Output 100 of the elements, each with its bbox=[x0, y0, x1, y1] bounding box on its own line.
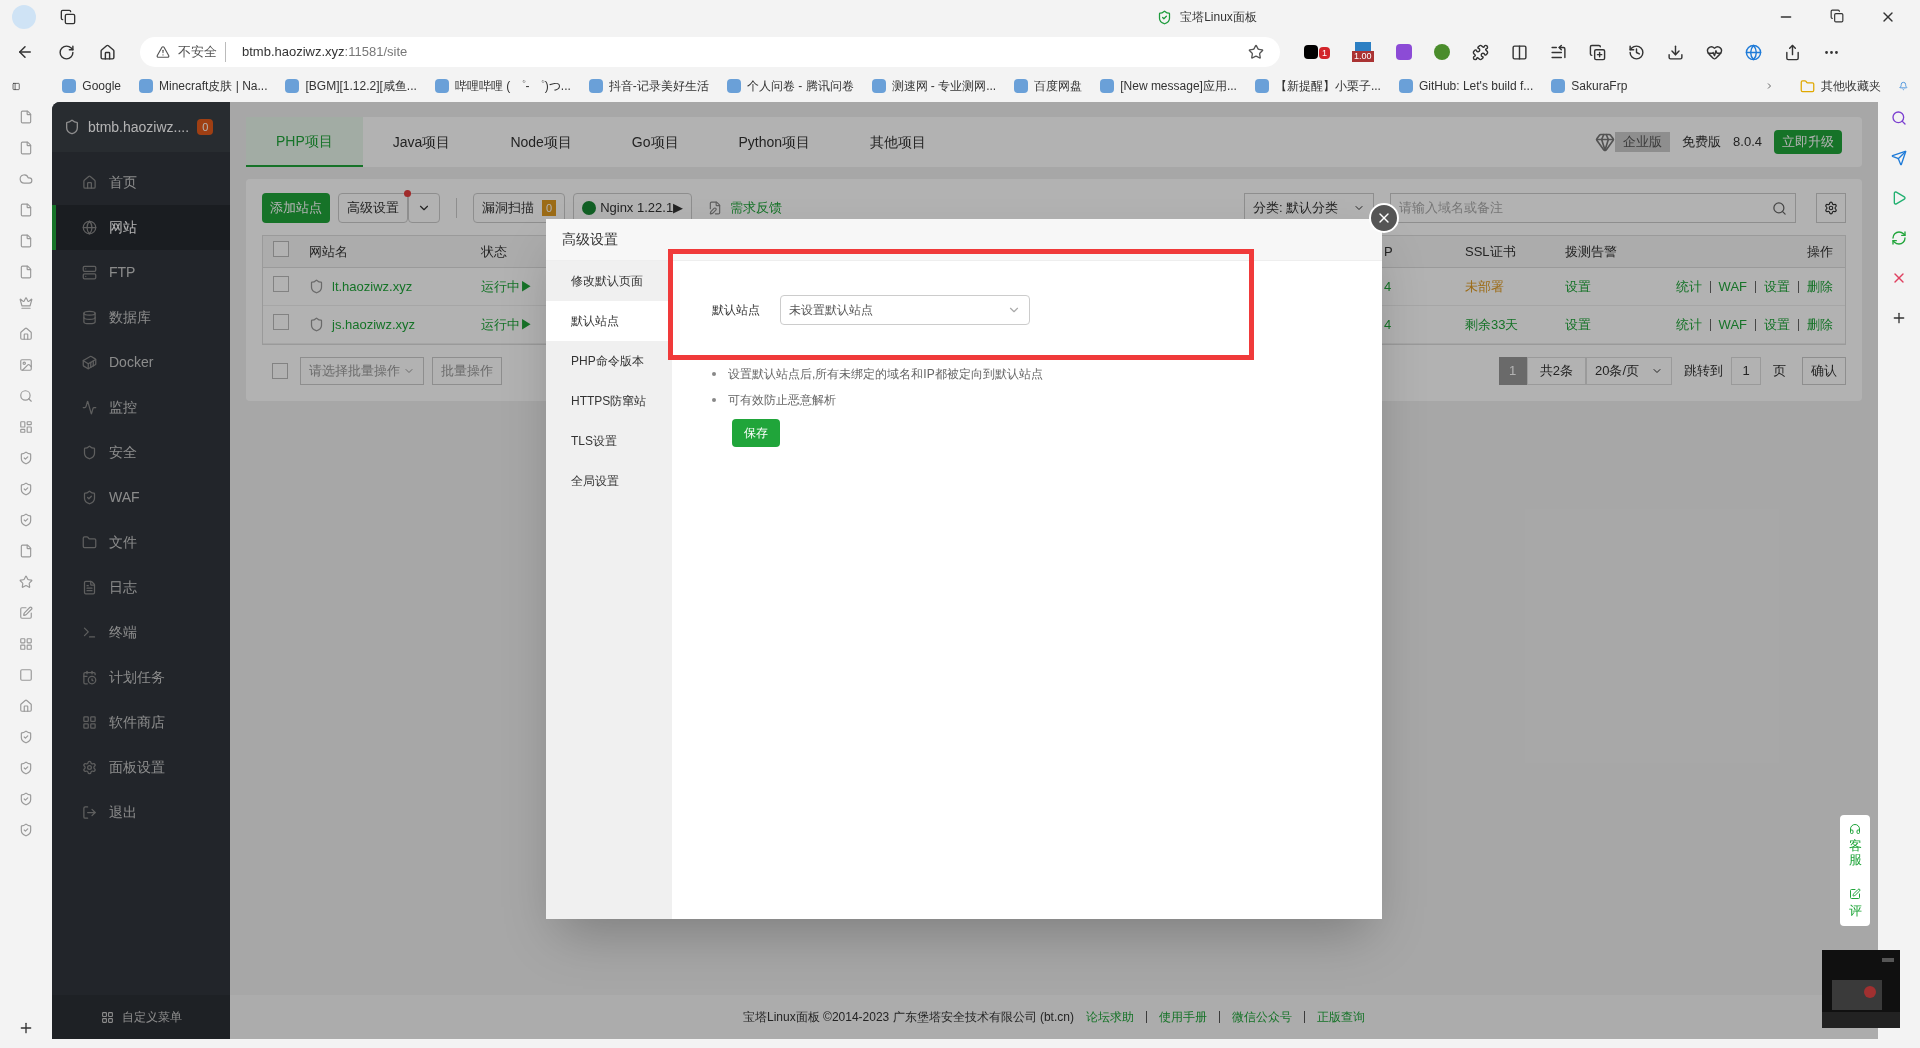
address-bar[interactable]: 不安全 btmb.haoziwz.xyz:11581/site bbox=[140, 37, 1280, 67]
favorite-icon[interactable] bbox=[1248, 44, 1264, 60]
advanced-settings-button[interactable]: 高级设置 bbox=[338, 193, 408, 223]
sidebar-app-icon[interactable] bbox=[19, 141, 33, 155]
performance-icon[interactable] bbox=[1705, 43, 1723, 61]
action-link[interactable]: 统计 bbox=[1675, 314, 1702, 335]
sidebar-app-icon[interactable] bbox=[19, 544, 33, 558]
sidebar-app-icon[interactable] bbox=[19, 203, 33, 217]
modal-nav-item[interactable]: TLS设置 bbox=[546, 421, 672, 461]
project-tab[interactable]: 其他项目 bbox=[840, 117, 957, 167]
action-link[interactable]: WAF bbox=[1718, 276, 1747, 297]
project-tab[interactable]: Go项目 bbox=[601, 117, 709, 167]
site-name-link[interactable]: js.haoziwz.xyz bbox=[332, 314, 416, 335]
collections-icon[interactable] bbox=[1588, 43, 1606, 61]
extension-icon[interactable] bbox=[1395, 44, 1412, 60]
share-icon[interactable] bbox=[1783, 43, 1801, 61]
default-site-select[interactable]: 未设置默认站点 bbox=[780, 295, 1030, 325]
bookmark[interactable]: GitHub: Let's build f... bbox=[1398, 77, 1534, 95]
menu-item[interactable]: 数据库 bbox=[52, 295, 230, 340]
sidebar-app-icon[interactable] bbox=[19, 606, 33, 620]
sidebar-app-icon[interactable] bbox=[19, 761, 33, 775]
reload-icon[interactable] bbox=[58, 43, 75, 61]
bookmark[interactable]: 百度网盘 bbox=[1014, 77, 1083, 95]
footer-link[interactable]: 正版查询 bbox=[1316, 1008, 1365, 1026]
sidebar-app-icon[interactable] bbox=[19, 172, 33, 186]
upgrade-button[interactable]: 立即升级 bbox=[1774, 130, 1842, 154]
restore-icon[interactable] bbox=[1830, 9, 1844, 23]
home-icon[interactable] bbox=[99, 43, 116, 61]
sidebar-app-icon[interactable] bbox=[19, 575, 33, 589]
modal-nav-item[interactable]: 全局设置 bbox=[546, 461, 672, 501]
send-icon[interactable] bbox=[1891, 150, 1907, 166]
menu-item[interactable]: 安全 bbox=[52, 430, 230, 475]
bookmark[interactable]: [BGM][1.12.2][咸鱼... bbox=[285, 77, 417, 95]
batch-button[interactable]: 批量操作 bbox=[432, 357, 502, 385]
bookmark[interactable]: SakuraFrp bbox=[1551, 77, 1628, 95]
action-link[interactable]: 设置 bbox=[1764, 314, 1790, 335]
add-site-button[interactable]: 添加站点 bbox=[262, 193, 330, 223]
page-size-select[interactable]: 20条/页 bbox=[1585, 357, 1672, 385]
bookmark[interactable]: 个人问卷 - 腾讯问卷 bbox=[726, 77, 854, 95]
tabs-icon[interactable] bbox=[60, 9, 76, 25]
search-icon[interactable] bbox=[1891, 110, 1907, 126]
page-button[interactable]: 1 bbox=[1498, 357, 1527, 385]
play-icon[interactable] bbox=[1891, 190, 1907, 206]
menu-item[interactable]: 终端 bbox=[52, 610, 230, 655]
bookmark[interactable]: 抖音-记录美好生活 bbox=[588, 77, 709, 95]
status-link[interactable]: 运行中▶ bbox=[481, 278, 533, 294]
extensions-icon[interactable] bbox=[1471, 43, 1489, 61]
favorites-icon[interactable] bbox=[1549, 43, 1567, 61]
menu-item[interactable]: Docker bbox=[52, 340, 230, 385]
extension-icon[interactable] bbox=[1304, 45, 1318, 59]
bookmark[interactable]: Minecraft皮肤 | Na... bbox=[139, 77, 268, 95]
select-all-checkbox[interactable] bbox=[273, 240, 289, 257]
sidebar-app-icon[interactable] bbox=[19, 234, 33, 248]
menu-item[interactable]: 首页 bbox=[52, 160, 230, 205]
modal-nav-item[interactable]: HTTPS防窜站 bbox=[546, 381, 672, 421]
action-link[interactable]: 设置 bbox=[1764, 276, 1790, 297]
alert-settings-link[interactable]: 设置 bbox=[1565, 316, 1591, 332]
sidebar-app-icon[interactable] bbox=[19, 699, 33, 713]
menu-item[interactable]: 面板设置 bbox=[52, 745, 230, 790]
ssl-status[interactable]: 剩余33天 bbox=[1465, 316, 1519, 332]
add-icon[interactable] bbox=[18, 1020, 34, 1036]
row-checkbox[interactable] bbox=[273, 275, 289, 292]
menu-item[interactable]: 日志 bbox=[52, 565, 230, 610]
footer-link[interactable]: 微信公众号 bbox=[1231, 1008, 1292, 1026]
modal-nav-item[interactable]: PHP命令版本 bbox=[546, 341, 672, 381]
bookmark[interactable]: Google bbox=[62, 77, 121, 95]
sidebar-app-icon[interactable] bbox=[19, 296, 33, 310]
site-name-link[interactable]: lt.haoziwz.xyz bbox=[332, 276, 413, 297]
bookmark-folder[interactable]: 其他收藏夹 bbox=[1800, 77, 1882, 95]
sidebar-app-icon[interactable] bbox=[19, 668, 33, 682]
bookmark[interactable]: 【新提醒】小栗子... bbox=[1254, 77, 1381, 95]
sidebar-app-icon[interactable] bbox=[19, 265, 33, 279]
download-icon[interactable] bbox=[1666, 43, 1684, 61]
sidebar-app-icon[interactable] bbox=[19, 110, 33, 124]
browser-icon[interactable] bbox=[1744, 43, 1762, 61]
row-checkbox[interactable] bbox=[273, 313, 289, 330]
bookmark[interactable]: 测速网 - 专业测网... bbox=[871, 77, 997, 95]
menu-item[interactable]: FTP bbox=[52, 250, 230, 295]
project-tab[interactable]: Python项目 bbox=[708, 117, 841, 167]
action-link[interactable]: 统计 bbox=[1675, 276, 1702, 297]
dropdown-button[interactable] bbox=[408, 193, 440, 223]
customer-service-tab[interactable]: 客服 bbox=[1848, 839, 1862, 868]
sidebar-app-icon[interactable] bbox=[19, 513, 33, 527]
confirm-button[interactable]: 确认 bbox=[1802, 357, 1846, 385]
modal-nav-item[interactable]: 修改默认页面 bbox=[546, 261, 672, 301]
status-link[interactable]: 运行中▶ bbox=[481, 316, 533, 332]
menu-item[interactable]: 退出 bbox=[52, 790, 230, 835]
action-link[interactable]: 删除 bbox=[1807, 276, 1833, 297]
footer-link[interactable]: 使用手册 bbox=[1158, 1008, 1207, 1026]
action-link[interactable]: WAF bbox=[1718, 314, 1747, 335]
footer-link[interactable]: 论坛求助 bbox=[1085, 1008, 1134, 1026]
sidebar-app-icon[interactable] bbox=[19, 823, 33, 837]
split-screen-icon[interactable] bbox=[1510, 43, 1528, 61]
batch-select[interactable]: 请选择批量操作 bbox=[300, 357, 424, 385]
project-tab[interactable]: Java项目 bbox=[362, 117, 481, 167]
menu-item[interactable]: 软件商店 bbox=[52, 700, 230, 745]
sidebar-app-icon[interactable] bbox=[19, 637, 33, 651]
bookmark[interactable]: 哔哩哔哩 ( ゜- ゜)つ... bbox=[434, 77, 571, 95]
batch-checkbox[interactable] bbox=[272, 363, 288, 379]
menu-item[interactable]: 文件 bbox=[52, 520, 230, 565]
